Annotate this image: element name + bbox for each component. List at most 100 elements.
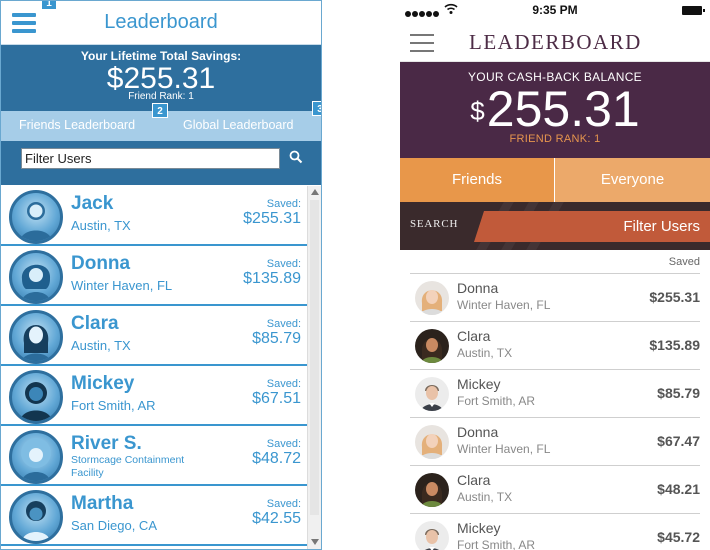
user-location: Fort Smith, AR	[457, 538, 536, 550]
avatar	[9, 430, 63, 484]
saved-amount: $135.89	[243, 270, 301, 287]
battery-icon	[682, 6, 705, 15]
scroll-down-icon[interactable]	[311, 539, 319, 545]
avatar	[9, 250, 63, 304]
page-title: LEADERBOARD	[469, 30, 642, 54]
leaderboard-row[interactable]: Clara Austin, TX $48.21	[410, 465, 700, 513]
currency-symbol: $	[470, 96, 485, 126]
saved-amount: $255.31	[243, 210, 301, 227]
leaderboard-row[interactable]: Donna Winter Haven, FL $67.47	[410, 417, 700, 465]
avatar	[9, 310, 63, 364]
saved-amount: $48.21	[657, 481, 700, 497]
leaderboard-row[interactable]: Martha San Diego, CA Saved: $42.55	[1, 486, 307, 546]
tab-everyone[interactable]: Everyone	[555, 158, 710, 202]
scroll-up-icon[interactable]	[311, 189, 319, 195]
user-name: Clara	[71, 313, 119, 334]
user-location: Winter Haven, FL	[71, 278, 173, 293]
user-name: River S.	[71, 433, 142, 454]
leaderboard-tabs: Friends Everyone	[400, 158, 710, 202]
user-name: Mickey	[71, 373, 135, 394]
saved-amount: $42.55	[252, 510, 301, 527]
avatar	[415, 329, 449, 363]
user-name: Donna	[457, 280, 499, 296]
avatar	[415, 473, 449, 507]
annotation-marker-1: 1	[41, 1, 57, 10]
saved-amount: $45.72	[657, 529, 700, 545]
user-location: Fort Smith, AR	[71, 398, 156, 413]
saved-amount: $85.79	[252, 330, 301, 347]
user-location: San Diego, CA	[71, 518, 157, 533]
user-location: Austin, TX	[71, 338, 131, 353]
saved-label: Saved:	[266, 258, 301, 270]
user-name: Clara	[457, 328, 491, 344]
filter-users-button[interactable]: Filter Users	[474, 211, 710, 242]
avatar	[9, 490, 63, 544]
right-header: LEADERBOARD	[400, 22, 710, 62]
right-mockup: 9:35 PM LEADERBOARD YOUR CASH-BACK BALAN…	[400, 0, 710, 550]
annotation-marker-2: 2	[152, 103, 168, 118]
user-location: Winter Haven, FL	[457, 442, 551, 456]
search-label: SEARCH	[410, 218, 459, 230]
tab-friends-leaderboard[interactable]: Friends Leaderboard	[19, 118, 135, 132]
scrollbar[interactable]	[307, 186, 321, 549]
tab-friends[interactable]: Friends	[400, 158, 554, 202]
cash-back-balance-panel: YOUR CASH-BACK BALANCE $255.31 FRIEND RA…	[400, 62, 710, 158]
leaderboard-list: Donna Winter Haven, FL $255.31 Clara Aus…	[410, 273, 700, 550]
user-location: Fort Smith, AR	[457, 394, 536, 408]
saved-label: Saved:	[266, 438, 301, 450]
leaderboard-row[interactable]: River S. Stormcage Containment Facility …	[1, 426, 307, 486]
saved-amount: $48.72	[252, 450, 301, 467]
avatar	[415, 377, 449, 411]
balance-amount: $255.31	[400, 84, 710, 134]
leaderboard-row[interactable]: Clara Austin, TX Saved: $85.79	[1, 306, 307, 366]
avatar	[415, 281, 449, 315]
leaderboard-row[interactable]: Donna Winter Haven, FL $255.31	[410, 273, 700, 321]
leaderboard-row[interactable]: Mickey Fort Smith, AR $45.72	[410, 513, 700, 550]
user-location: Winter Haven, FL	[457, 298, 551, 312]
user-name: Jack	[71, 193, 114, 214]
user-name: Clara	[457, 472, 491, 488]
lifetime-savings-panel: Your Lifetime Total Savings: $255.31 Fri…	[1, 45, 321, 111]
balance-value: 255.31	[486, 81, 640, 137]
page-title: Leaderboard	[104, 11, 218, 33]
avatar	[9, 190, 63, 244]
saved-amount: $67.47	[657, 433, 700, 449]
user-name: Martha	[71, 493, 134, 514]
search-icon[interactable]	[289, 150, 303, 164]
tab-global-leaderboard[interactable]: Global Leaderboard	[183, 118, 294, 132]
avatar	[9, 370, 63, 424]
filter-users-input[interactable]	[21, 148, 280, 169]
saved-column-header: Saved	[668, 256, 700, 268]
status-time: 9:35 PM	[532, 3, 578, 17]
user-location: Austin, TX	[457, 490, 513, 504]
saved-label: Saved:	[266, 198, 301, 210]
annotation-marker-3: 3	[312, 101, 321, 116]
savings-amount: $255.31	[106, 62, 216, 95]
avatar	[415, 425, 449, 459]
left-mockup: Leaderboard 1 Your Lifetime Total Saving…	[0, 0, 322, 550]
leaderboard-row[interactable]: Mickey Fort Smith, AR Saved: $67.51	[1, 366, 307, 426]
leaderboard-row[interactable]: Jack Austin, TX Saved: $255.31	[1, 186, 307, 246]
leaderboard-row[interactable]: Donna Winter Haven, FL Saved: $135.89	[1, 246, 307, 306]
search-bar	[1, 141, 321, 185]
leaderboard-list: Jack Austin, TX Saved: $255.31 Donna Win…	[1, 186, 307, 549]
scroll-thumb[interactable]	[310, 200, 319, 515]
user-location: Stormcage Containment Facility	[71, 454, 185, 479]
user-name: Mickey	[457, 376, 501, 392]
leaderboard-row[interactable]: Mickey Fort Smith, AR $85.79	[410, 369, 700, 417]
saved-label: Saved:	[266, 318, 301, 330]
saved-label: Saved:	[266, 378, 301, 390]
hamburger-menu-icon[interactable]	[410, 34, 434, 52]
saved-amount: $135.89	[649, 337, 700, 353]
user-name: Donna	[457, 424, 499, 440]
avatar	[415, 521, 449, 550]
savings-label: Your Lifetime Total Savings:	[80, 49, 242, 63]
user-name: Mickey	[457, 520, 501, 536]
saved-amount: $255.31	[649, 289, 700, 305]
status-bar: 9:35 PM	[400, 0, 710, 22]
saved-amount: $85.79	[657, 385, 700, 401]
friend-rank: Friend Rank: 1	[128, 91, 194, 102]
leaderboard-row[interactable]: Clara Austin, TX $135.89	[410, 321, 700, 369]
saved-label: Saved:	[266, 498, 301, 510]
search-bar: SEARCH Filter Users	[400, 202, 710, 250]
